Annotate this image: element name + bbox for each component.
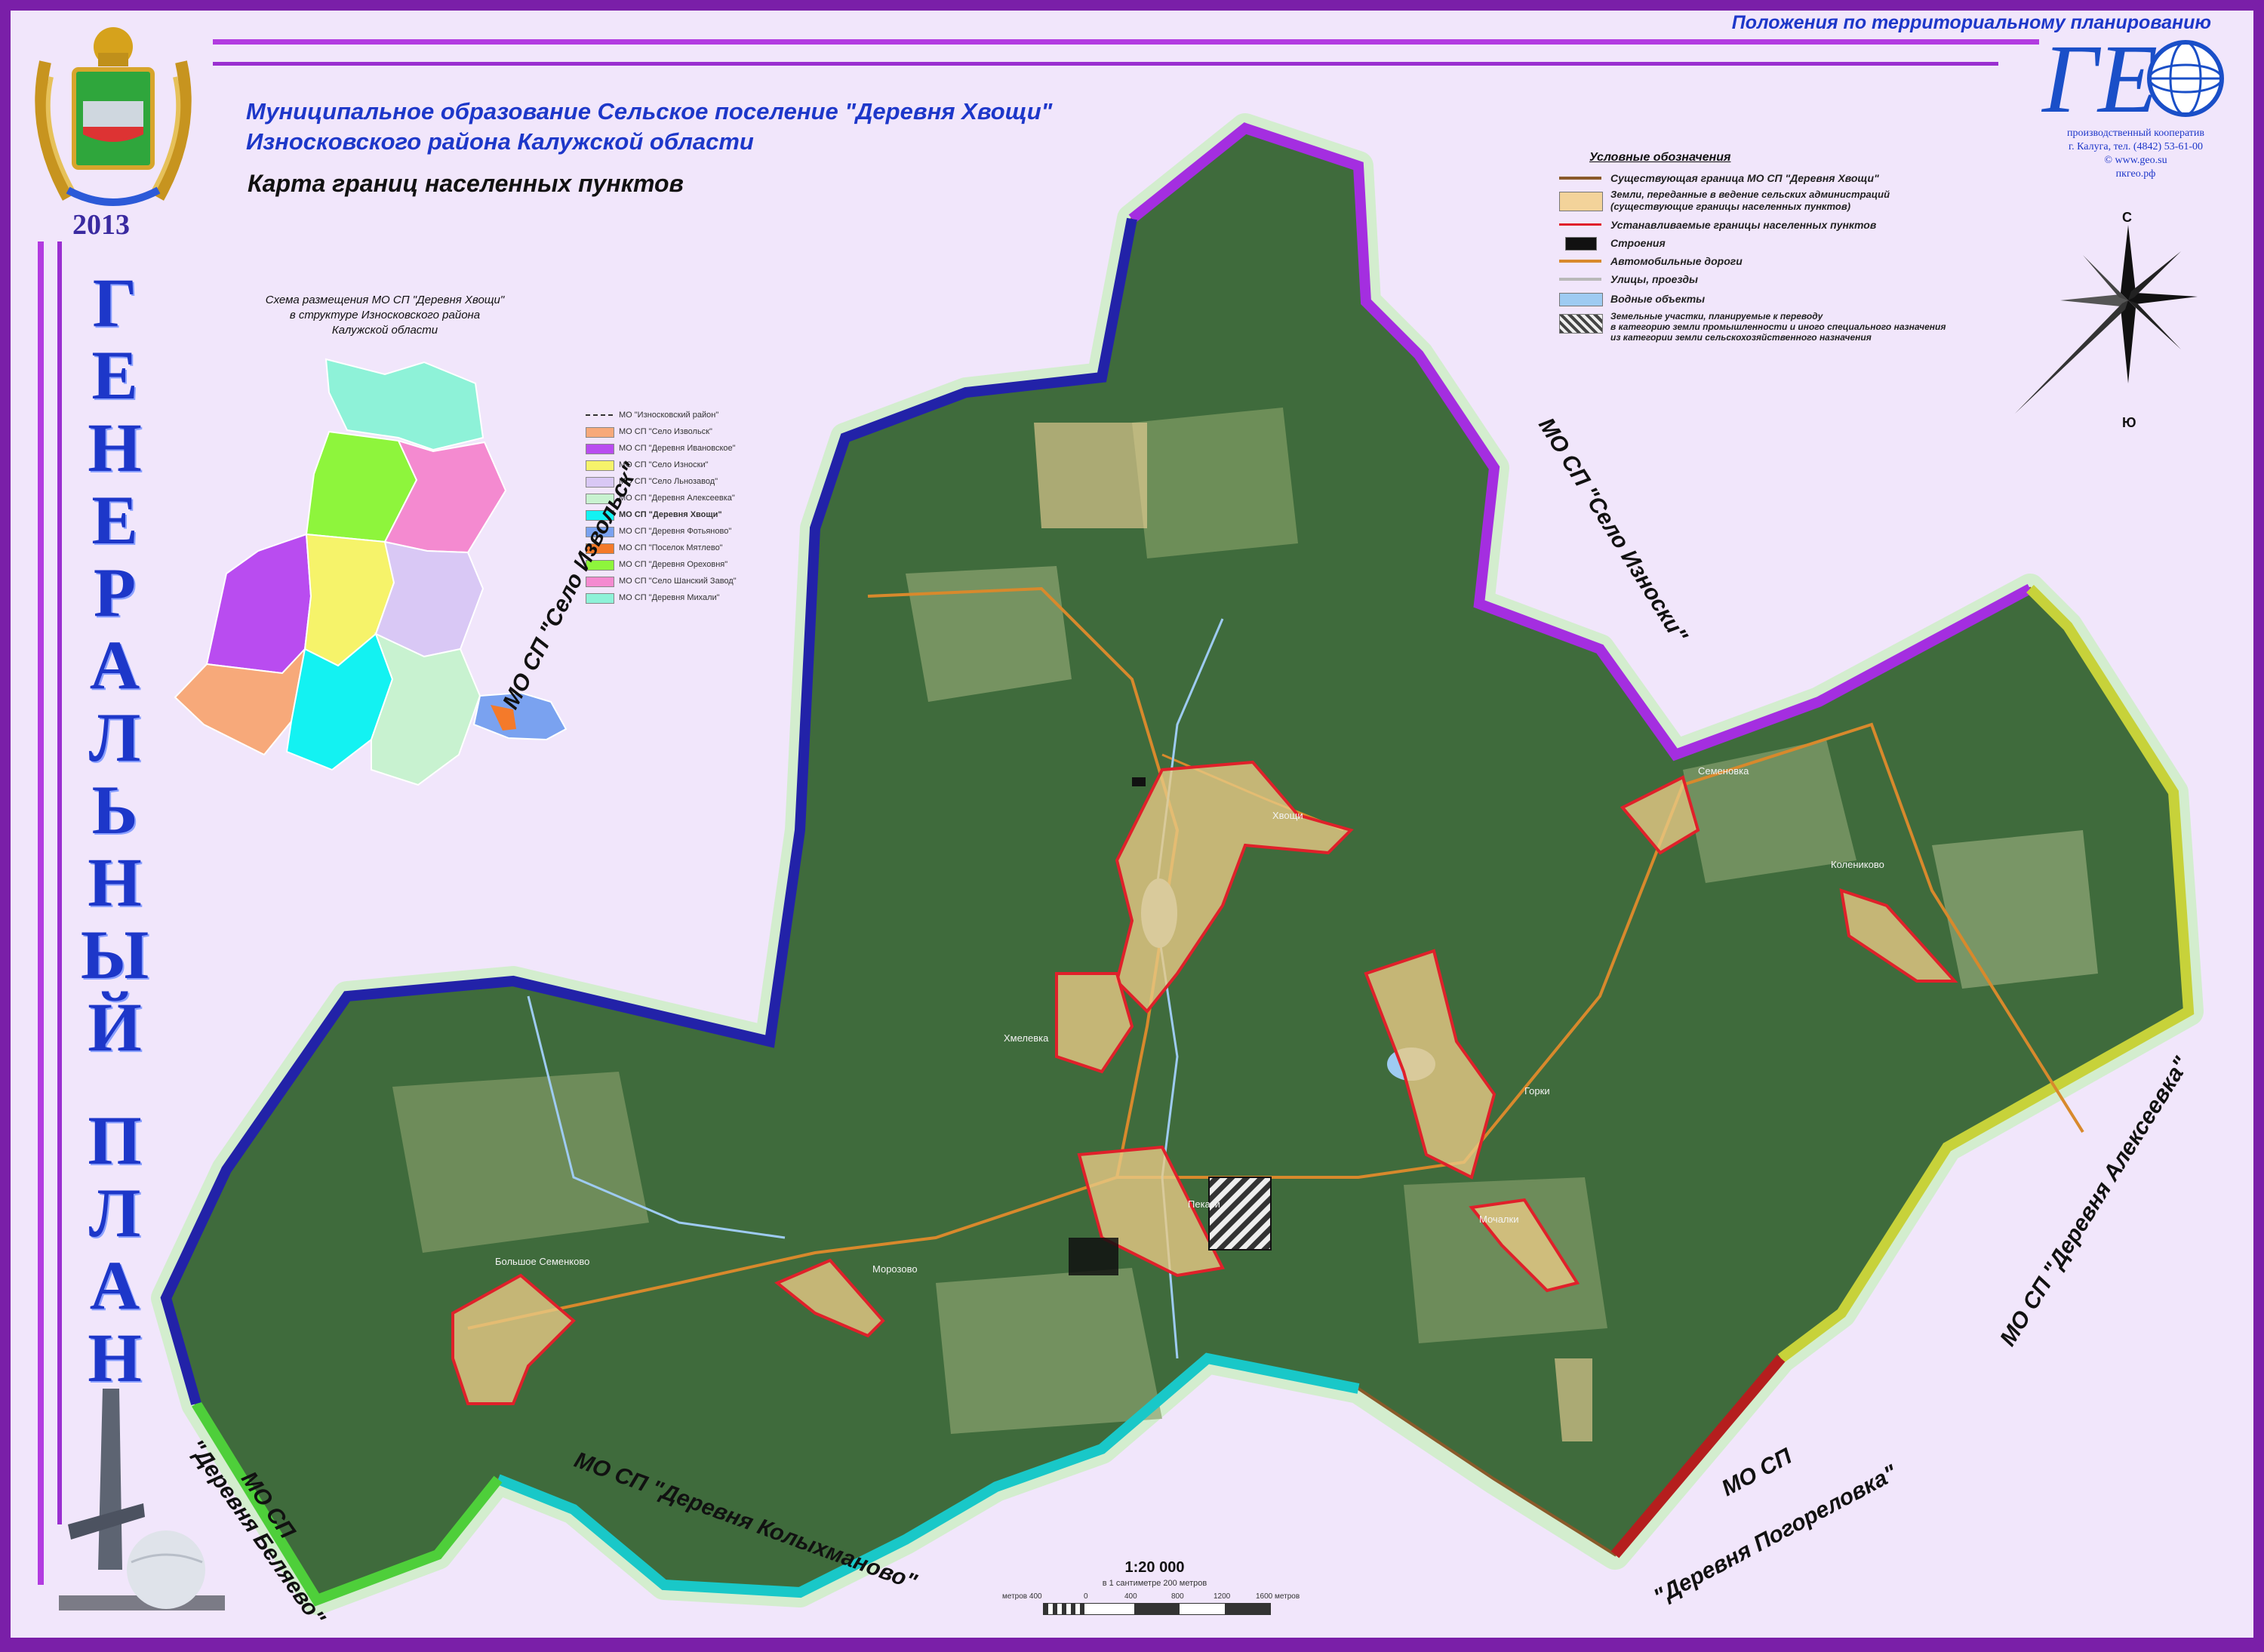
title-letter: Н — [88, 409, 142, 486]
legend-swatch — [1559, 278, 1601, 281]
inset-legend-label: МО СП "Деревня Хвощи" — [619, 510, 722, 519]
inset-title: Схема размещения МО СП "Деревня Хвощи" в… — [265, 294, 505, 337]
map-legend: Условные обозначения Существующая границ… — [1559, 151, 2012, 347]
scale-bar — [1043, 1603, 1271, 1615]
inset-legend-label: МО "Износковский район" — [619, 411, 719, 420]
scale-tick-label: 400 — [1124, 1592, 1137, 1601]
emblem-year: 2013 — [72, 209, 130, 241]
inset-legend-label: МО СП "Деревня Михали" — [619, 593, 720, 602]
title-letter: Й — [88, 989, 142, 1066]
vertical-title: Г Е Н Е Р А Л Ь Н Ы Й П Л А Н — [69, 264, 160, 1392]
left-rule-1 — [38, 241, 44, 1585]
page-title-line2: Износковского района Калужской области — [246, 128, 754, 155]
title-letter: Ы — [80, 916, 149, 993]
logo-link[interactable]: пкгео.рф — [2030, 168, 2241, 181]
inset-legend-label: МО СП "Деревня Ореховня" — [619, 560, 728, 569]
inset-legend-label: МО СП "Деревня Ивановское" — [619, 444, 736, 453]
legend-swatch — [1559, 177, 1601, 180]
title-letter: А — [89, 626, 140, 703]
logo-line: г. Калуга, тел. (4842) 53-61-00 — [2068, 141, 2204, 152]
legend-swatch — [1559, 260, 1601, 263]
compass-rose-icon — [2000, 210, 2211, 429]
legend-swatch — [1559, 192, 1603, 211]
compass-south-label: Ю — [2122, 415, 2136, 430]
title-letter: Е — [91, 337, 138, 414]
logo-line: производственный кооператив — [2066, 128, 2205, 139]
inset-legend-label: МО СП "Село Извольск" — [619, 427, 712, 436]
scale-segment — [1044, 1604, 1089, 1614]
legend-swatch — [1559, 223, 1601, 226]
legend-label: Земельные участки, планируемые к перевод… — [1610, 311, 1946, 343]
legend-label: Водные объекты — [1610, 293, 1706, 305]
legend-label: Строения — [1610, 237, 1666, 249]
map-sheet: Положения по территориальному планирован… — [0, 0, 2264, 1648]
inset-legend-label: МО СП "Поселок Мятлево" — [619, 543, 723, 552]
title-letter: Г — [92, 264, 137, 341]
svg-text:ГЕ: ГЕ — [2041, 36, 2158, 125]
logo-text: производственный кооператив г. Калуга, т… — [2030, 127, 2241, 181]
scale-tick-label: 0 — [1084, 1592, 1088, 1601]
scale-segment — [1134, 1604, 1180, 1614]
legend-label: Существующая граница МО СП "Деревня Хвощ… — [1610, 172, 1879, 184]
monument-illustration — [53, 1381, 234, 1615]
page-title-line1: Муниципальное образование Сельское посел… — [246, 98, 1053, 125]
scale-note: в 1 сантиметре 200 метров — [1102, 1579, 1207, 1588]
inset-legend-label: МО СП "Деревня Фотьяново" — [619, 527, 732, 536]
top-rule-2 — [213, 62, 1998, 66]
inset-legend-swatch — [586, 427, 614, 438]
inset-legend-swatch — [586, 444, 614, 454]
compass-north-label: С — [2122, 210, 2132, 225]
legend-label: Земли, переданные в ведение сельских адм… — [1610, 189, 1890, 212]
inset-legend-label: МО СП "Деревня Алексеевка" — [619, 494, 735, 503]
scale-ratio: 1:20 000 — [1124, 1559, 1185, 1576]
legend-label: Устанавливаемые границы населенных пункт… — [1610, 219, 1877, 231]
legend-swatch — [1559, 314, 1603, 334]
title-letter: Н — [88, 844, 142, 921]
page-subtitle: Карта границ населенных пунктов — [248, 170, 684, 197]
scale-tick-label: 1200 — [1214, 1592, 1231, 1601]
geo-logo: ГЕ — [2041, 25, 2232, 134]
scale-tick-label: 800 — [1171, 1592, 1184, 1601]
title-letter: А — [89, 1247, 140, 1324]
inset-legend-swatch — [586, 577, 614, 587]
title-letter: Ь — [91, 771, 138, 848]
scale-tick-label: 1600 метров — [1256, 1592, 1300, 1601]
scale-segment — [1225, 1604, 1270, 1614]
legend-label: Автомобильные дороги — [1610, 255, 1743, 267]
left-rule-2 — [57, 241, 62, 1524]
inset-legend-swatch — [586, 460, 614, 471]
inset-legend-swatch — [586, 414, 613, 416]
top-rule-1 — [213, 39, 2039, 45]
title-letter: Л — [88, 699, 141, 776]
scale-tick-label: метров 400 — [1002, 1592, 1042, 1601]
scale-segment — [1089, 1604, 1134, 1614]
inset-legend-swatch — [586, 593, 614, 604]
title-letter: Л — [88, 1174, 141, 1251]
inset-legend-label: МО СП "Село Шанский Завод" — [619, 577, 737, 586]
logo-link[interactable]: © www.geo.su — [2030, 154, 2241, 168]
scale-segment — [1180, 1604, 1225, 1614]
title-letter: П — [88, 1102, 142, 1179]
legend-swatch — [1559, 293, 1603, 306]
legend-label: Улицы, проезды — [1610, 273, 1698, 285]
title-letter: Р — [93, 554, 137, 631]
title-letter: Е — [91, 481, 138, 558]
legend-title: Условные обозначения — [1589, 151, 1731, 164]
legend-swatch — [1565, 237, 1597, 251]
top-right-caption: Положения по территориальному планирован… — [1731, 12, 2211, 33]
